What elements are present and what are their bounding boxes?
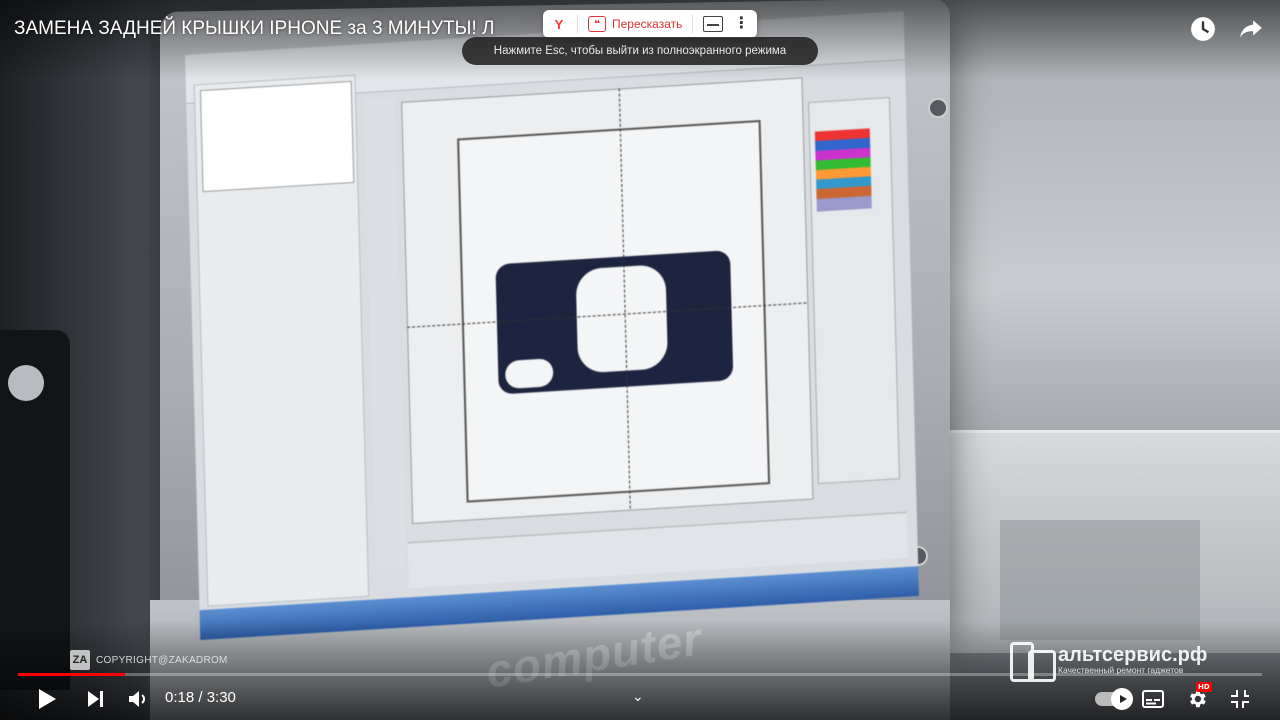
player-controls: 0:18 / 3:30 HD <box>0 682 1280 714</box>
time-display: 0:18 / 3:30 <box>165 689 236 706</box>
next-icon <box>88 691 103 707</box>
exit-fullscreen-button[interactable] <box>1226 684 1254 714</box>
divider <box>692 15 694 33</box>
scene-knob <box>8 365 44 401</box>
autoplay-play-icon <box>1111 688 1133 710</box>
copyright-watermark: ZA COPYRIGHT@ZAKADROM <box>70 650 228 670</box>
share-button[interactable] <box>1236 14 1266 44</box>
play-icon <box>39 689 56 709</box>
volume-button[interactable] <box>124 684 154 714</box>
watch-later-icon <box>1191 17 1215 41</box>
hd-badge: HD <box>1196 682 1212 692</box>
top-right-actions <box>1188 14 1266 44</box>
more-vert-icon[interactable]: ⋮ <box>733 16 749 32</box>
exit-fullscreen-icon <box>1231 690 1249 708</box>
next-button[interactable] <box>82 684 110 714</box>
volume-icon <box>129 691 145 707</box>
fullscreen-toast: Нажмите Esc, чтобы выйти из полноэкранно… <box>462 37 818 65</box>
subtitles-icon <box>1142 690 1164 708</box>
yandex-toolbar: Y ❝ Пересказать ⋮ <box>543 10 758 38</box>
zakadrom-logo: ZA <box>70 650 90 670</box>
monitor-screw <box>928 98 948 118</box>
camera-cutout <box>575 264 669 374</box>
altservice-title: альтсервис.рф <box>1058 644 1208 666</box>
yandex-logo-icon[interactable]: Y <box>551 16 567 32</box>
share-icon <box>1240 20 1262 38</box>
settings-button[interactable]: HD <box>1182 682 1212 714</box>
retell-label: Пересказать <box>612 17 683 31</box>
software-color-layers <box>814 128 872 212</box>
autoplay-toggle-track <box>1095 688 1133 710</box>
flash-cutout <box>504 358 554 390</box>
software-object-list <box>199 80 355 193</box>
retell-button[interactable]: ❝ Пересказать <box>588 16 682 32</box>
progress-played <box>18 673 125 676</box>
progress-bar[interactable] <box>18 673 1262 676</box>
play-button[interactable] <box>32 684 62 714</box>
monitor-screen <box>185 11 919 641</box>
software-tool-column <box>364 97 407 570</box>
subtitles-button[interactable] <box>1140 684 1166 714</box>
quote-icon: ❝ <box>588 16 606 32</box>
copyright-text: COPYRIGHT@ZAKADROM <box>96 654 228 666</box>
autoplay-toggle[interactable] <box>1094 684 1133 714</box>
subtitles-icon[interactable] <box>703 16 724 32</box>
watch-later-button[interactable] <box>1188 14 1218 44</box>
video-title[interactable]: ЗАМЕНА ЗАДНЕЙ КРЫШКИ IPHONE за 3 МИНУТЫ!… <box>14 18 495 40</box>
divider <box>577 15 578 33</box>
video-frame[interactable]: computer <box>0 0 1280 720</box>
